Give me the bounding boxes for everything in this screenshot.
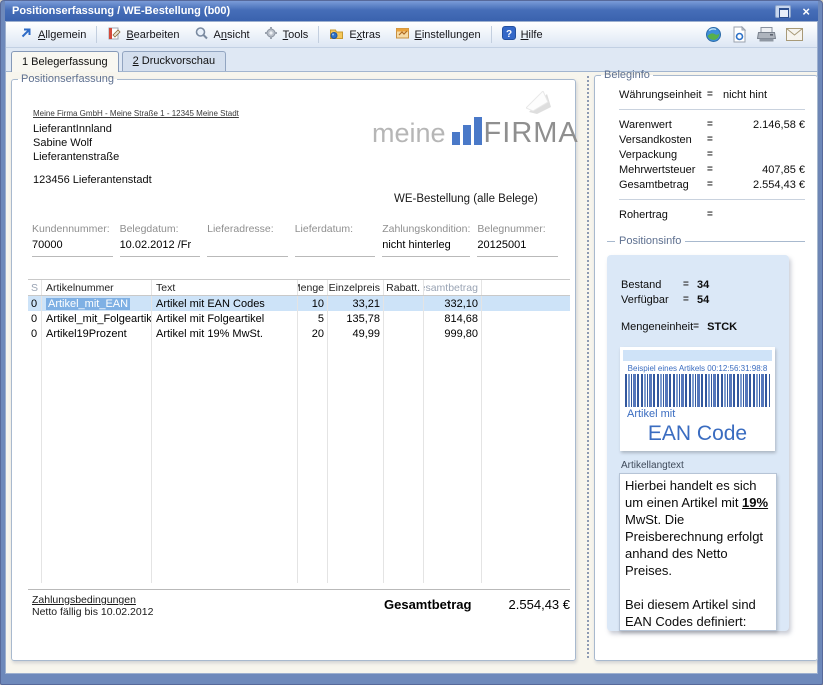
- info-row-verpackung: Verpackung =: [619, 147, 805, 162]
- positionsinfo-panel: Bestand = 34 Verfügbar = 54 Mengeneinhei…: [607, 255, 789, 631]
- help-icon: ?: [502, 26, 516, 43]
- equals-glyph: =: [707, 134, 723, 145]
- menu-einstellungen[interactable]: Einstellungen: [388, 24, 488, 45]
- logo-bars-icon: [452, 117, 482, 145]
- menu-separator: [318, 26, 319, 43]
- info-row-mehrwertsteuer: Mehrwertsteuer = 407,85 €: [619, 162, 805, 177]
- ean-code-title: EAN Code: [623, 422, 772, 446]
- field-belegnummer[interactable]: Belegnummer: 20125001: [477, 223, 558, 257]
- divider: [619, 109, 805, 110]
- divider: [619, 199, 805, 200]
- extras-icon: [329, 26, 344, 43]
- printer-icon[interactable]: [757, 26, 776, 43]
- window-title: Positionserfassung / WE-Bestellung (b00): [12, 5, 230, 17]
- table-header: S Artikelnummer Text Menge Einzelpreis R…: [28, 279, 570, 296]
- title-bar: Positionserfassung / WE-Bestellung (b00)…: [5, 1, 818, 21]
- pos-row-bestand: Bestand = 34: [607, 277, 789, 292]
- app-window: Positionserfassung / WE-Bestellung (b00)…: [0, 0, 823, 685]
- positionserfassung-panel: Positionserfassung Meine Firma GmbH - Me…: [11, 73, 576, 661]
- table-row[interactable]: 0 Artikel_mit_Folgeartikel Artikel mit F…: [28, 311, 570, 326]
- menu-bearbeiten[interactable]: Bearbeiten: [100, 24, 186, 45]
- pos-row-verfuegbar: Verfügbar = 54: [607, 292, 789, 307]
- positionsinfo-legend: Positionsinfo: [607, 235, 805, 247]
- tab-druckvorschau[interactable]: 2 Druckvorschau: [122, 51, 227, 71]
- footer-divider: [28, 589, 570, 590]
- equals-glyph: =: [683, 279, 697, 290]
- info-row-rohertrag: Rohertrag =: [619, 207, 805, 222]
- payment-terms: Zahlungsbedingungen Netto fällig bis 10.…: [32, 594, 153, 618]
- close-icon[interactable]: ×: [798, 5, 814, 18]
- field-lieferadresse[interactable]: Lieferadresse:: [207, 223, 288, 257]
- arrow-icon: [19, 26, 33, 43]
- total-value: 2.554,43 €: [460, 597, 570, 612]
- field-kundennummer[interactable]: Kundennummer: 70000: [32, 223, 113, 257]
- table-row[interactable]: 0 Artikel19Prozent Artikel mit 19% MwSt.…: [28, 326, 570, 341]
- artikellangtext-box[interactable]: Hierbei handelt es sich um einen Artikel…: [619, 473, 777, 631]
- barcode-header-strip: [623, 350, 772, 361]
- menu-hilfe[interactable]: ? Hilfe: [495, 24, 550, 45]
- equals-glyph: =: [707, 149, 723, 160]
- view-icon: [194, 26, 209, 43]
- info-row-versandkosten: Versandkosten =: [619, 132, 805, 147]
- recipient-city: 123456 Lieferantenstadt: [33, 174, 152, 186]
- svg-text:?: ?: [506, 29, 512, 40]
- equals-glyph: =: [707, 89, 723, 100]
- barcode-caption: Beispiel eines Artikels 00:12:56:31:98:8: [623, 364, 772, 373]
- equals-glyph: =: [683, 294, 697, 305]
- menu-extras[interactable]: Extras: [322, 24, 387, 45]
- restore-icon[interactable]: [775, 5, 791, 18]
- selected-cell: Artikel_mit_EAN: [46, 298, 130, 310]
- field-zahlungskondition[interactable]: Zahlungskondition: nicht hinterleg: [382, 223, 470, 257]
- equals-glyph: =: [707, 209, 723, 220]
- menu-bar: Allgemein Bearbeiten Ansicht Tools: [6, 22, 817, 48]
- document-icon[interactable]: [732, 26, 747, 43]
- ean-barcode-card: Beispiel eines Artikels 00:12:56:31:98:8…: [620, 347, 775, 451]
- beleginfo-panel: Beleginfo Währungseinheit = nicht hint W…: [594, 69, 818, 661]
- sender-line: Meine Firma GmbH - Meine Straße 1 - 1234…: [33, 109, 239, 118]
- content-area: Positionserfassung Meine Firma GmbH - Me…: [6, 72, 817, 673]
- toolbar-right: [705, 26, 811, 43]
- mail-icon[interactable]: [786, 28, 803, 41]
- positions-table: S Artikelnummer Text Menge Einzelpreis R…: [28, 279, 570, 583]
- tab-belegerfassung[interactable]: 1 Belegerfassung: [11, 51, 119, 72]
- recipient-address: LieferantInnland Sabine Wolf Lieferanten…: [33, 122, 119, 164]
- tools-icon: [264, 26, 278, 43]
- equals-glyph: =: [693, 321, 707, 332]
- info-row-gesamtbetrag: Gesamtbetrag = 2.554,43 €: [619, 177, 805, 192]
- field-belegdatum[interactable]: Belegdatum: 10.02.2012 /Fr: [120, 223, 201, 257]
- page-fold-icon: [526, 91, 552, 120]
- menu-separator: [491, 26, 492, 43]
- menu-tools[interactable]: Tools: [257, 24, 316, 45]
- artikellangtext-label: Artikellangtext: [621, 460, 789, 471]
- total-label: Gesamtbetrag: [384, 597, 471, 612]
- settings-icon: [395, 26, 410, 43]
- info-row-warenwert: Warenwert = 2.146,58 €: [619, 117, 805, 132]
- header-fields: Kundennummer: 70000 Belegdatum: 10.02.20…: [32, 223, 558, 257]
- globe-icon[interactable]: [705, 26, 722, 43]
- beleginfo-legend: Beleginfo: [601, 69, 653, 81]
- document-title: WE-Bestellung (alle Belege): [394, 193, 538, 205]
- menu-allgemein[interactable]: Allgemein: [12, 24, 93, 45]
- table-empty-area[interactable]: [28, 341, 570, 583]
- equals-glyph: =: [707, 119, 723, 130]
- barcode-icon: [625, 374, 770, 407]
- field-lieferdatum[interactable]: Lieferdatum:: [295, 223, 376, 257]
- pos-row-mengeneinheit: Mengeneinheit = STCK: [607, 319, 789, 334]
- document-preview: Meine Firma GmbH - Meine Straße 1 - 1234…: [12, 73, 575, 660]
- equals-glyph: =: [707, 164, 723, 175]
- panel-splitter[interactable]: [587, 76, 589, 658]
- info-row-waehrungseinheit: Währungseinheit = nicht hint: [619, 87, 805, 102]
- menu-ansicht[interactable]: Ansicht: [187, 24, 257, 45]
- edit-icon: [107, 26, 121, 43]
- menu-separator: [96, 26, 97, 43]
- window-body: Allgemein Bearbeiten Ansicht Tools: [5, 21, 818, 674]
- table-row[interactable]: 0 Artikel_mit_EAN Artikel mit EAN Codes …: [28, 296, 570, 311]
- equals-glyph: =: [707, 179, 723, 190]
- company-logo: meine FIRMA: [372, 117, 579, 145]
